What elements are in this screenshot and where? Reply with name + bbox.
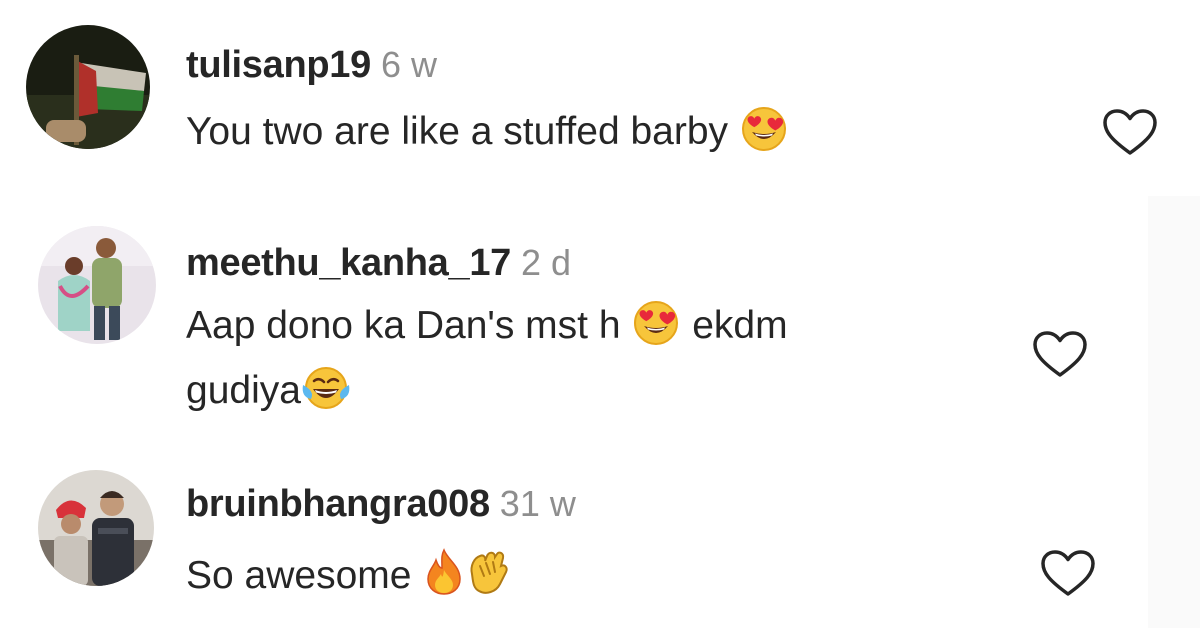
comment-text-row: So awesome bbox=[186, 544, 514, 615]
comment-text: Aap dono ka Dan's mst h bbox=[186, 304, 621, 347]
avatar[interactable] bbox=[38, 470, 154, 586]
fire-emoji-icon bbox=[424, 548, 464, 615]
comment-text: gudiya bbox=[186, 369, 301, 412]
comment-item: tulisanp19 6 w You two are like a stuffed… bbox=[0, 0, 1200, 196]
like-heart-icon[interactable] bbox=[1102, 108, 1158, 158]
comment-age[interactable]: 2 d bbox=[521, 242, 571, 283]
comment-text: ekdm bbox=[692, 304, 788, 347]
comment-text-row: gudiya bbox=[186, 359, 353, 430]
avatar-image bbox=[26, 25, 150, 149]
comment-text: So awesome bbox=[186, 554, 412, 597]
comment-age[interactable]: 31 w bbox=[500, 483, 576, 524]
avatar-image bbox=[38, 226, 156, 344]
heart-eyes-emoji-icon bbox=[741, 106, 787, 171]
username[interactable]: tulisanp19 bbox=[186, 44, 371, 86]
comment-age[interactable]: 6 w bbox=[381, 44, 437, 85]
like-heart-icon[interactable] bbox=[1040, 549, 1096, 599]
tears-of-joy-emoji-icon bbox=[301, 365, 351, 430]
comment-text-row: You two are like a stuffed barby bbox=[186, 100, 789, 171]
clapping-hands-emoji-icon bbox=[464, 548, 512, 615]
comment-text: You two are like a stuffed barby bbox=[186, 110, 729, 153]
comment-item: meethu_kanha_17 2 d Aap dono ka Dan's mst… bbox=[0, 196, 1200, 460]
username[interactable]: meethu_kanha_17 bbox=[186, 242, 511, 284]
comment-item: bruinbhangra008 31 w So awesome bbox=[0, 460, 1200, 628]
heart-eyes-emoji-icon bbox=[633, 300, 679, 365]
comment-text-row: Aap dono ka Dan's mst h ekdm bbox=[186, 294, 788, 365]
avatar[interactable] bbox=[38, 226, 156, 344]
avatar-image bbox=[38, 470, 154, 586]
like-heart-icon[interactable] bbox=[1032, 330, 1088, 380]
username[interactable]: bruinbhangra008 bbox=[186, 483, 490, 525]
avatar[interactable] bbox=[26, 25, 150, 149]
